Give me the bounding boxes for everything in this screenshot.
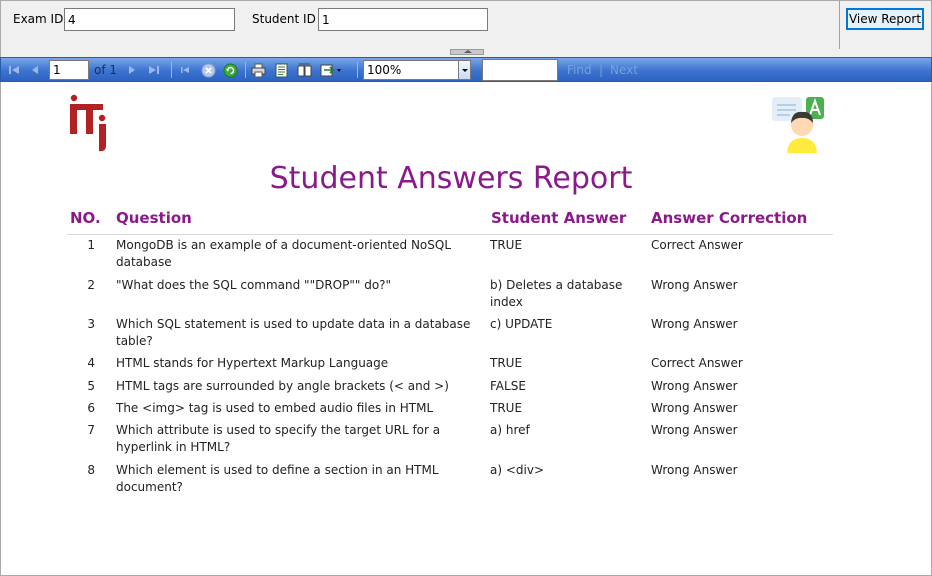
iti-logo (69, 90, 109, 152)
question-text: The <img> tag is used to embed audio fil… (116, 401, 434, 415)
student-answer: TRUE (490, 238, 523, 252)
find-link[interactable]: Find (567, 63, 592, 77)
row-number: 1 (87, 238, 95, 252)
divider (839, 1, 840, 50)
toolbar-separator (171, 62, 172, 78)
find-input[interactable] (482, 59, 558, 81)
stop-icon[interactable] (200, 62, 216, 78)
exam-id-label: Exam ID (13, 12, 64, 26)
student-answer: b) Deletes a database index (490, 278, 623, 309)
question-text: HTML tags are surrounded by angle bracke… (116, 379, 449, 393)
print-layout-icon[interactable] (273, 62, 289, 78)
report-viewer[interactable]: Student Answers Report NO. Question Stud… (0, 82, 932, 576)
row-number: 3 (87, 317, 95, 331)
question-text: HTML stands for Hypertext Markup Languag… (116, 356, 389, 370)
student-answer: TRUE (490, 356, 523, 370)
report-title: Student Answers Report (269, 161, 633, 196)
report-toolbar: of 1 100% Find | Next (0, 57, 932, 82)
toolbar-separator (357, 62, 358, 78)
student-id-label: Student ID (252, 12, 316, 26)
next-link[interactable]: Next (610, 63, 638, 77)
row-number: 2 (87, 278, 95, 292)
question-text: "What does the SQL command ""DROP"" do?" (116, 278, 392, 292)
answer-correction: Correct Answer (651, 238, 743, 252)
answer-correction: Wrong Answer (651, 423, 738, 437)
question-text: Which attribute is used to specify the t… (116, 423, 441, 454)
page-count-label: of 1 (94, 63, 118, 77)
refresh-icon[interactable] (222, 62, 238, 78)
back-icon[interactable] (177, 62, 193, 78)
chevron-down-icon[interactable] (458, 61, 470, 79)
zoom-select[interactable]: 100% (363, 60, 471, 80)
answer-correction: Wrong Answer (651, 463, 738, 477)
column-header-student-answer: Student Answer (491, 209, 627, 227)
question-text: MongoDB is an example of a document-orie… (116, 238, 452, 269)
student-answer: c) UPDATE (490, 317, 553, 331)
first-page-icon[interactable] (6, 62, 22, 78)
view-report-button[interactable]: View Report (846, 8, 924, 30)
exam-id-input[interactable] (64, 8, 235, 31)
row-number: 4 (87, 356, 95, 370)
toolbar-separator (245, 62, 246, 78)
page-setup-icon[interactable] (296, 62, 312, 78)
answer-correction: Wrong Answer (651, 278, 738, 292)
column-header-no: NO. (70, 209, 101, 227)
column-header-question: Question (116, 209, 192, 227)
next-page-icon[interactable] (124, 62, 140, 78)
answer-correction: Wrong Answer (651, 317, 738, 331)
row-number: 8 (87, 463, 95, 477)
row-number: 5 (87, 379, 95, 393)
row-number: 6 (87, 401, 95, 415)
answer-correction: Wrong Answer (651, 401, 738, 415)
header-divider (67, 234, 833, 235)
student-answer: a) <div> (490, 463, 545, 477)
previous-page-icon[interactable] (27, 62, 43, 78)
answer-correction: Wrong Answer (651, 379, 738, 393)
question-text: Which element is used to define a sectio… (116, 463, 439, 494)
student-answer: TRUE (490, 401, 523, 415)
student-avatar-icon (770, 95, 826, 153)
find-separator: | (599, 63, 604, 77)
answer-correction: Correct Answer (651, 356, 743, 370)
parameter-area: Exam ID Student ID View Report (0, 0, 932, 50)
export-icon[interactable] (319, 62, 345, 78)
parameter-splitter[interactable] (0, 49, 932, 57)
collapse-handle[interactable] (450, 49, 484, 55)
row-number: 7 (87, 423, 95, 437)
print-icon[interactable] (250, 62, 266, 78)
student-answer: FALSE (490, 379, 526, 393)
last-page-icon[interactable] (146, 62, 162, 78)
student-id-input[interactable] (318, 8, 488, 31)
question-text: Which SQL statement is used to update da… (116, 317, 471, 348)
zoom-value: 100% (367, 63, 402, 77)
column-header-answer-correction: Answer Correction (651, 209, 808, 227)
current-page-input[interactable] (49, 60, 89, 80)
student-answer: a) href (490, 423, 530, 437)
